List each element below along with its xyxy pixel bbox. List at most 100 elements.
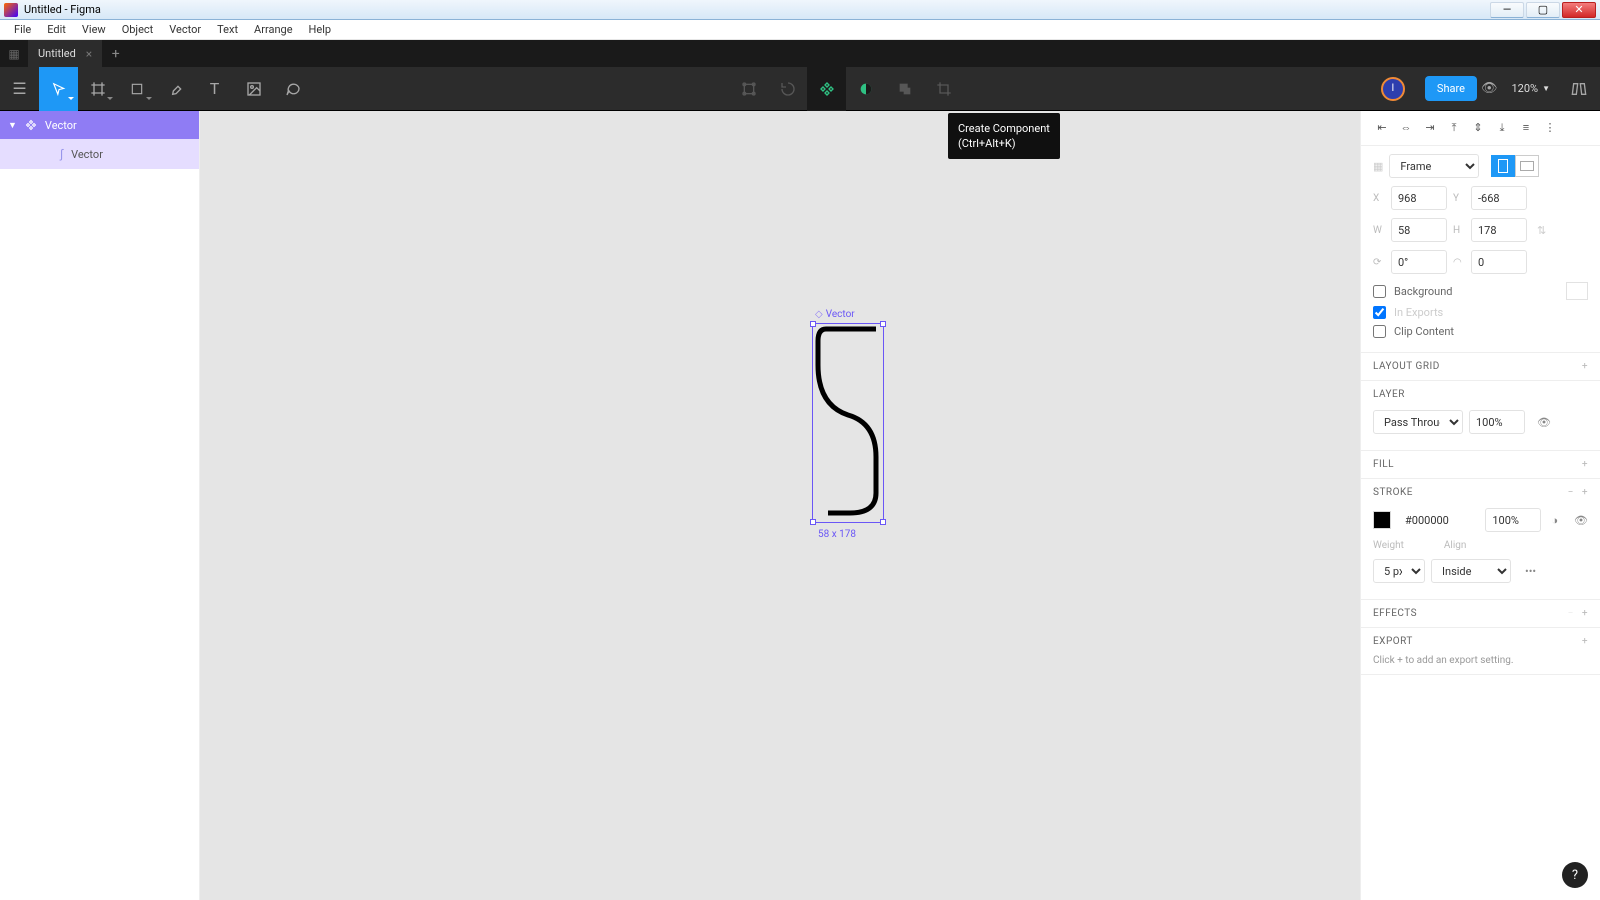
present-view-button[interactable]: 👁 [1481, 81, 1498, 96]
create-component-tooltip: Create Component (Ctrl+Alt+K) [948, 113, 1060, 159]
stroke-advanced-icon[interactable]: ••• [1525, 565, 1536, 578]
layer-opacity-input[interactable] [1469, 410, 1525, 434]
component-icon [25, 119, 37, 131]
text-tool-button[interactable]: T [195, 67, 234, 111]
vector-path-icon: ∫ [60, 147, 63, 161]
edit-object-button[interactable] [729, 67, 768, 111]
align-hcenter-icon[interactable]: ⇔ [1397, 121, 1415, 135]
inexports-checkbox[interactable] [1373, 306, 1386, 319]
inexports-label: In Exports [1394, 306, 1443, 319]
reset-instance-button[interactable] [768, 67, 807, 111]
selection-dimensions: 58 x 178 [818, 529, 856, 540]
menu-file[interactable]: File [6, 21, 39, 38]
os-titlebar: Untitled - Figma — ▢ ✕ [0, 0, 1600, 20]
share-button[interactable]: Share [1425, 76, 1477, 101]
stroke-weight-label: Weight [1373, 540, 1404, 551]
align-right-icon[interactable]: ⇥ [1421, 121, 1439, 135]
background-swatch[interactable] [1566, 282, 1588, 300]
menu-help[interactable]: Help [301, 21, 340, 38]
stroke-opacity-input[interactable] [1485, 508, 1541, 532]
radius-input[interactable] [1471, 250, 1527, 274]
mask-button[interactable] [846, 67, 885, 111]
image-tool-button[interactable] [234, 67, 273, 111]
stroke-align-select[interactable]: Inside [1431, 559, 1511, 583]
export-add-icon[interactable]: + [1582, 636, 1588, 647]
background-checkbox[interactable] [1373, 285, 1386, 298]
constrain-proportions-icon[interactable]: ⇅ [1537, 224, 1546, 237]
zoom-level[interactable]: 120%▼ [1501, 82, 1560, 95]
align-left-icon[interactable]: ⇤ [1373, 121, 1391, 135]
align-top-icon[interactable]: ⤒ [1445, 121, 1463, 135]
selected-vector-shape [814, 325, 882, 521]
stroke-align-label: Align [1444, 540, 1467, 551]
rotation-input[interactable] [1391, 250, 1447, 274]
crop-button[interactable] [924, 67, 963, 111]
selection-badge: Vector [815, 309, 855, 320]
document-tab[interactable]: Untitled × [28, 40, 102, 67]
layoutgrid-add-icon[interactable]: + [1582, 361, 1588, 372]
window-maximize-button[interactable]: ▢ [1526, 2, 1560, 18]
layer-row-child[interactable]: ∫ Vector [0, 139, 199, 169]
stroke-remove-icon[interactable]: − [1568, 487, 1574, 498]
stroke-weight-select[interactable]: 5 px [1373, 559, 1425, 583]
orientation-portrait-button[interactable] [1491, 155, 1515, 177]
layer-row-parent[interactable]: ▼ Vector [0, 111, 199, 139]
new-tab-button[interactable]: + [102, 46, 129, 62]
stroke-color-hex: #000000 [1405, 514, 1449, 527]
app-menubar: File Edit View Object Vector Text Arrang… [0, 20, 1600, 40]
effects-remove-icon[interactable]: − [1568, 608, 1574, 619]
h-input[interactable] [1471, 218, 1527, 242]
align-vcenter-icon[interactable]: ⇕ [1469, 121, 1487, 135]
orientation-landscape-button[interactable] [1515, 155, 1539, 177]
align-controls: ⇤ ⇔ ⇥ ⤒ ⇕ ⤓ ≡ ⋮ [1361, 111, 1600, 146]
hamburger-menu-button[interactable]: ☰ [0, 67, 39, 111]
w-input[interactable] [1391, 218, 1447, 242]
clipcontent-label: Clip Content [1394, 325, 1454, 338]
distribute-h-icon[interactable]: ≡ [1517, 121, 1535, 135]
clipcontent-checkbox[interactable] [1373, 325, 1386, 338]
menu-view[interactable]: View [74, 21, 114, 38]
frame-tool-button[interactable] [78, 67, 117, 111]
layer-child-name: Vector [71, 148, 103, 161]
help-button[interactable]: ? [1562, 862, 1588, 888]
background-label: Background [1394, 285, 1452, 298]
frame-preset-icon: ▦ [1373, 160, 1383, 173]
create-component-button[interactable] [807, 67, 846, 111]
x-input[interactable] [1391, 186, 1447, 210]
shape-tool-button[interactable] [117, 67, 156, 111]
stroke-visibility-icon[interactable]: 👁 [1574, 514, 1588, 527]
window-close-button[interactable]: ✕ [1562, 2, 1596, 18]
layer-title: LAYER [1373, 389, 1405, 400]
layoutgrid-title: LAYOUT GRID [1373, 361, 1440, 372]
frame-preset-select[interactable]: Frame [1389, 154, 1479, 178]
y-input[interactable] [1471, 186, 1527, 210]
tab-close-icon[interactable]: × [86, 47, 92, 61]
fill-add-icon[interactable]: + [1582, 459, 1588, 470]
boolean-union-button[interactable] [885, 67, 924, 111]
pen-tool-button[interactable] [156, 67, 195, 111]
window-minimize-button[interactable]: — [1490, 2, 1524, 18]
stroke-color-swatch[interactable] [1373, 511, 1391, 529]
effects-add-icon[interactable]: + [1582, 608, 1588, 619]
pixel-grid-button[interactable] [1564, 67, 1594, 111]
home-grid-icon[interactable]: ▦ [0, 47, 28, 61]
distribute-v-icon[interactable]: ⋮ [1541, 121, 1559, 135]
blend-mode-select[interactable]: Pass Through [1373, 410, 1463, 434]
layer-parent-name: Vector [45, 119, 77, 132]
menu-text[interactable]: Text [209, 21, 246, 38]
menu-arrange[interactable]: Arrange [246, 21, 300, 38]
menu-object[interactable]: Object [114, 21, 162, 38]
stroke-style-icon[interactable]: ◑ [1551, 514, 1558, 527]
menu-vector[interactable]: Vector [161, 21, 209, 38]
tabs-strip: ▦ Untitled × + [0, 40, 1600, 67]
align-bottom-icon[interactable]: ⤓ [1493, 121, 1511, 135]
comment-tool-button[interactable] [273, 67, 312, 111]
user-avatar[interactable]: I [1381, 77, 1405, 101]
figma-app-icon [4, 3, 18, 17]
stroke-add-icon[interactable]: + [1582, 487, 1588, 498]
move-tool-button[interactable] [39, 67, 78, 111]
export-hint: Click + to add an export setting. [1373, 655, 1588, 666]
menu-edit[interactable]: Edit [39, 21, 74, 38]
canvas[interactable]: Vector 58 x 178 Create Component (Ctrl+A… [200, 111, 1360, 900]
layer-visibility-icon[interactable]: 👁 [1537, 416, 1551, 429]
